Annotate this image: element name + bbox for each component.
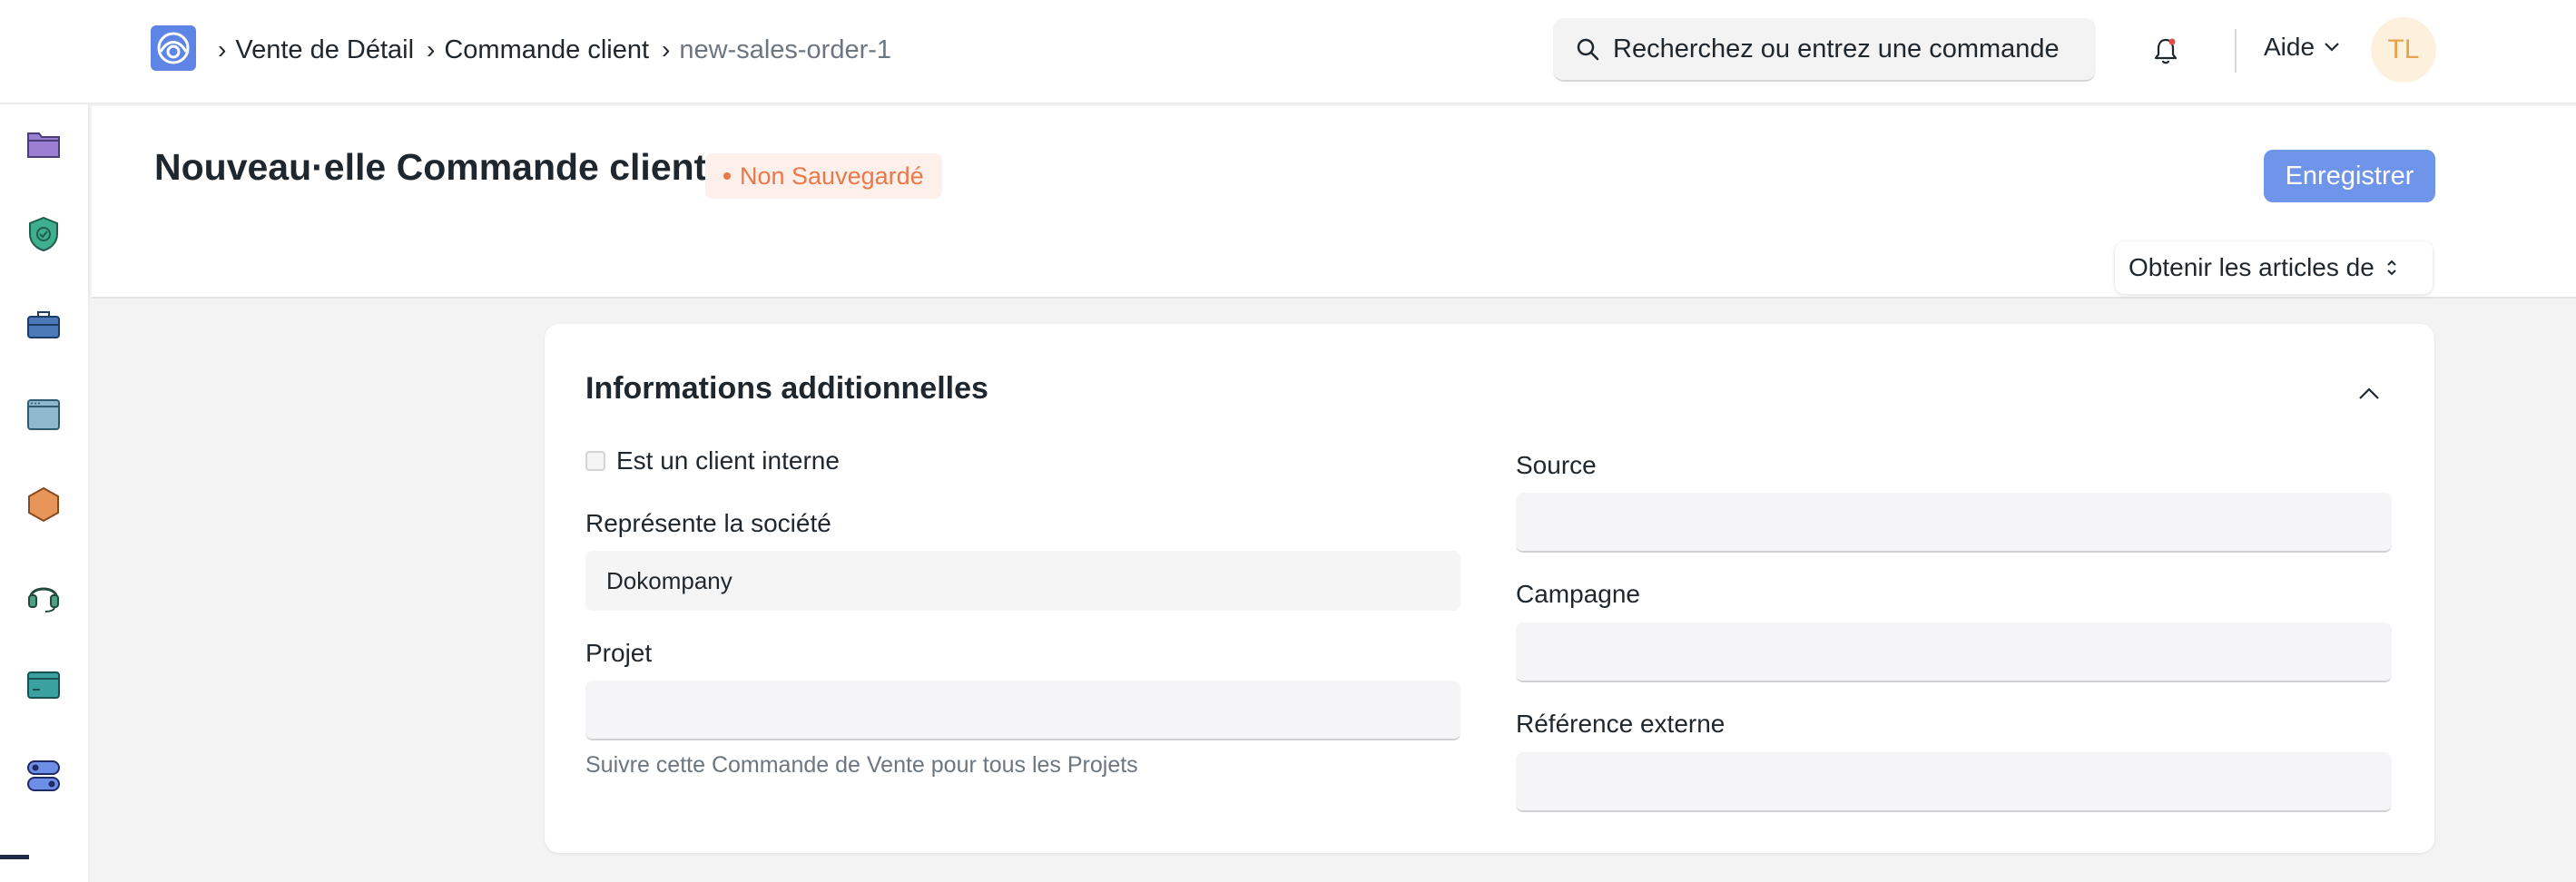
chevron-up-icon: [2359, 387, 2379, 399]
campaign-field[interactable]: [1516, 622, 2392, 682]
project-field[interactable]: [585, 681, 1460, 740]
get-items-label: Obtenir les articles de: [2129, 253, 2374, 281]
toggle-icon[interactable]: [25, 758, 62, 794]
breadcrumb-retail[interactable]: Vente de Détail: [235, 35, 414, 65]
project-help-text: Suivre cette Commande de Vente pour tous…: [585, 752, 1138, 778]
status-badge: Non Sauvegardé: [705, 153, 942, 199]
chevron-right-icon: ›: [218, 35, 227, 64]
sidebar-active-indicator: [0, 855, 29, 859]
help-dropdown[interactable]: Aide: [2264, 33, 2340, 62]
notification-bell-icon[interactable]: [2149, 34, 2182, 67]
represents-company-field[interactable]: [585, 551, 1460, 611]
navbar: › Vente de Détail › Commande client › ne…: [0, 0, 2576, 104]
search-input[interactable]: [1613, 34, 2085, 64]
select-arrows-icon: [2387, 260, 2396, 276]
project-label: Projet: [585, 639, 653, 667]
avatar[interactable]: TL: [2371, 17, 2436, 83]
breadcrumb: › Vente de Détail › Commande client › ne…: [218, 31, 904, 69]
sidebar: [0, 104, 90, 882]
external-reference-label: Référence externe: [1516, 710, 1726, 738]
section-title: Informations additionnelles: [585, 371, 988, 406]
save-button[interactable]: Enregistrer: [2264, 150, 2435, 202]
chevron-down-icon: [2325, 43, 2339, 52]
internal-customer-row: Est un client interne: [585, 446, 840, 475]
chevron-right-icon: ›: [427, 35, 436, 64]
navbar-divider: [2235, 29, 2237, 73]
source-field[interactable]: [1516, 493, 2392, 553]
status-dot: [723, 172, 731, 180]
breadcrumb-current[interactable]: new-sales-order-1: [679, 35, 891, 65]
search-icon: [1577, 38, 1599, 61]
campaign-label: Campagne: [1516, 580, 1640, 608]
get-items-from-select[interactable]: Obtenir les articles de: [2115, 241, 2433, 294]
breadcrumb-sales-order[interactable]: Commande client: [444, 35, 649, 65]
internal-customer-label[interactable]: Est un client interne: [616, 446, 840, 475]
chevron-right-icon: ›: [662, 35, 671, 64]
external-reference-field[interactable]: [1516, 752, 2392, 812]
page-title: Nouveau·elle Commande client: [154, 146, 707, 188]
source-label: Source: [1516, 451, 1597, 479]
folder-icon[interactable]: [25, 125, 62, 162]
app-logo[interactable]: [151, 25, 196, 71]
collapse-section-button[interactable]: [2355, 380, 2383, 407]
represents-company-label: Représente la société: [585, 509, 831, 537]
window-icon[interactable]: [25, 397, 62, 433]
page-header: Nouveau·elle Commande client Non Sauvega…: [92, 106, 2576, 299]
briefcase-icon[interactable]: [25, 306, 62, 342]
search-bar[interactable]: [1553, 18, 2096, 82]
internal-customer-checkbox[interactable]: [585, 451, 605, 471]
hexagon-icon[interactable]: [25, 486, 62, 523]
status-label: Non Sauvegardé: [740, 162, 924, 190]
help-label: Aide: [2264, 33, 2315, 61]
headset-icon[interactable]: [25, 577, 62, 613]
shield-check-icon[interactable]: [25, 216, 62, 252]
card-icon[interactable]: [25, 667, 62, 703]
logo-icon: [157, 32, 190, 64]
additional-info-section: Informations additionnelles Est un clien…: [545, 324, 2434, 853]
